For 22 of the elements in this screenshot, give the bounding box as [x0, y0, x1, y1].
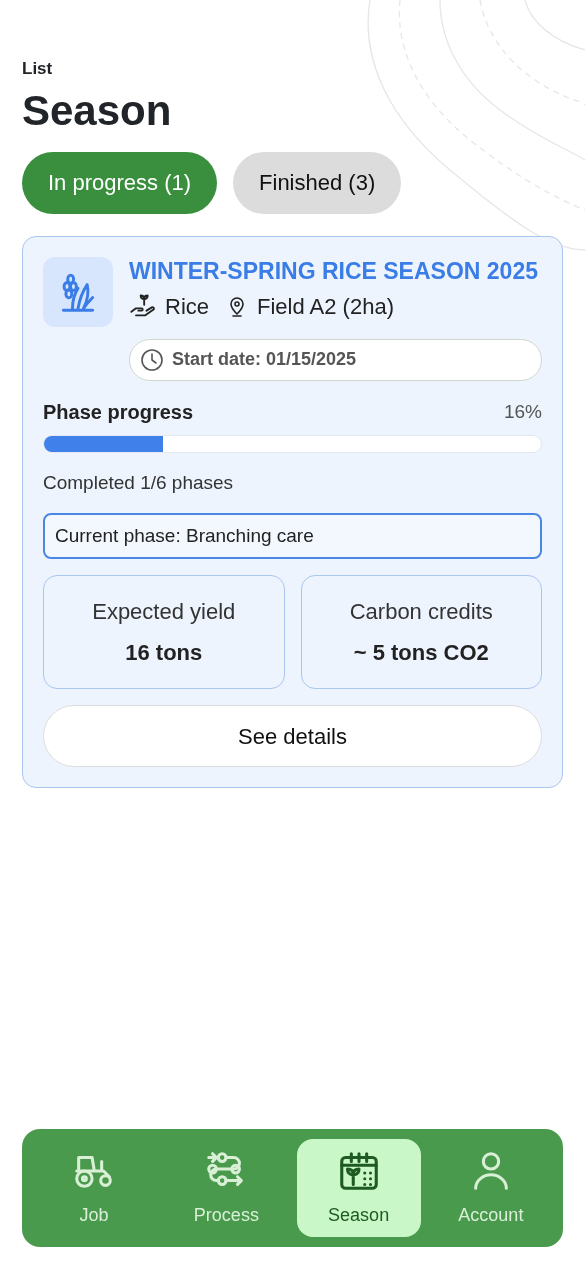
- progress-percent: 16%: [503, 399, 542, 424]
- start-date-text: Start date: 01/15/2025: [172, 348, 357, 372]
- page-title: Season: [22, 87, 173, 134]
- nav-tab[interactable]: Process: [164, 1139, 289, 1237]
- nav-tab[interactable]: Job: [32, 1139, 157, 1237]
- nav-tab[interactable]: Season: [296, 1139, 421, 1237]
- meta-text: Field A2 (2ha): [257, 292, 394, 321]
- see-details-button[interactable]: See details: [43, 705, 542, 768]
- stat-label: Carbon credits: [349, 598, 493, 627]
- season-title: WINTER-SPRING RICE SEASON 2025: [129, 256, 539, 286]
- meta-text: Rice: [165, 292, 209, 321]
- filter-tab[interactable]: Finished (3): [233, 151, 402, 214]
- current-phase-box: Current phase: Branching care: [43, 513, 542, 560]
- progress-label: Phase progress: [43, 399, 194, 425]
- stat-value: ~ 5 tons CO2: [353, 639, 489, 668]
- stat-label: Expected yield: [92, 598, 236, 627]
- filter-tab[interactable]: In progress (1): [22, 151, 218, 214]
- page-subtitle: List: [22, 58, 53, 80]
- completed-phases-text: Completed 1/6 phases: [43, 470, 235, 495]
- nav-tab[interactable]: Account: [428, 1139, 553, 1237]
- clock-icon: [140, 347, 164, 372]
- stat-value: 16 tons: [125, 639, 203, 668]
